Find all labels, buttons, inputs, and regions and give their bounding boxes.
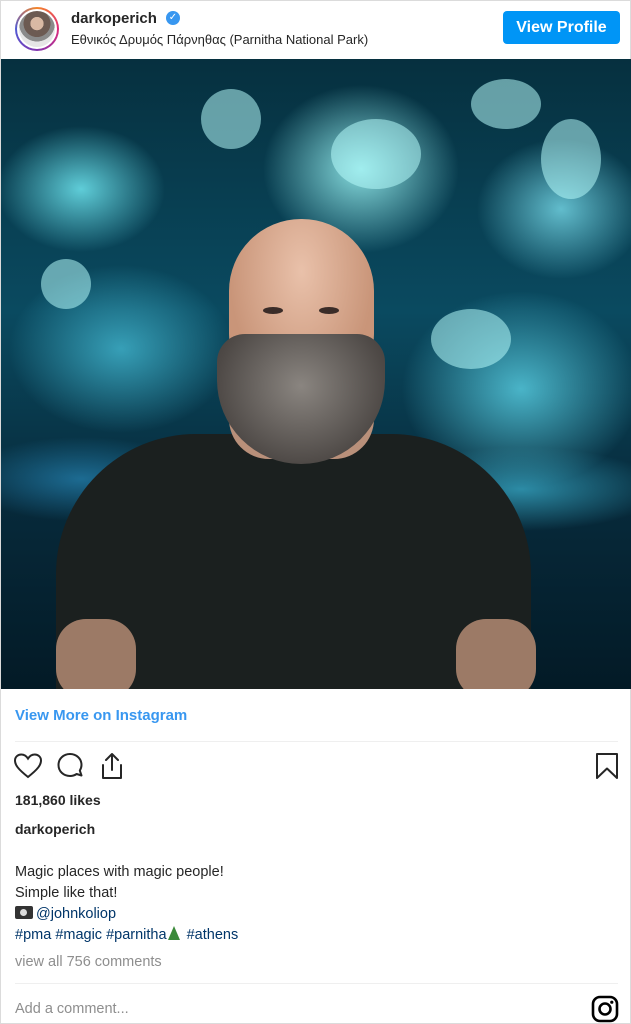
view-profile-button[interactable]: View Profile <box>503 11 620 44</box>
likes-count[interactable]: 181,860 likes <box>15 792 101 808</box>
caption-line-4: #pma #magic #parnitha #athens <box>15 925 238 946</box>
share-icon[interactable] <box>97 751 127 781</box>
location-link[interactable]: Εθνικός Δρυμός Πάρνηθας (Parnitha Nation… <box>71 32 368 47</box>
post-header: darkoperich ✓ Εθνικός Δρυμός Πάρνηθας (P… <box>1 1 630 59</box>
header-username[interactable]: darkoperich <box>71 10 157 27</box>
instagram-embed-card: darkoperich ✓ Εθνικός Δρυμός Πάρνηθας (P… <box>0 0 631 1024</box>
post-photo[interactable] <box>1 59 631 689</box>
divider <box>15 741 618 742</box>
caption-username[interactable]: darkoperich <box>15 821 95 837</box>
view-all-comments-link[interactable]: view all 756 comments <box>15 954 162 970</box>
tree-icon <box>167 926 180 940</box>
hashtag-magic[interactable]: #magic <box>55 927 102 943</box>
view-more-link[interactable]: View More on Instagram <box>15 707 187 724</box>
avatar[interactable] <box>15 7 59 51</box>
hashtag-athens[interactable]: #athens <box>187 927 239 943</box>
caption-line-2: Simple like that! <box>15 885 118 901</box>
add-comment-field[interactable]: Add a comment... <box>15 1001 129 1017</box>
caption-text: Magic places with magic people! Simple l… <box>15 862 238 946</box>
mention-link[interactable]: @johnkoliop <box>36 906 116 922</box>
verified-badge-icon: ✓ <box>166 11 180 25</box>
camera-icon <box>15 906 33 919</box>
hashtag-parnitha[interactable]: #parnitha <box>106 927 166 943</box>
hashtag-pma[interactable]: #pma <box>15 927 51 943</box>
heart-icon[interactable] <box>13 751 43 781</box>
comment-icon[interactable] <box>55 751 85 781</box>
bookmark-icon[interactable] <box>592 751 622 781</box>
caption-line-1: Magic places with magic people! <box>15 864 224 880</box>
instagram-icon[interactable] <box>591 995 619 1023</box>
divider <box>15 983 618 984</box>
avatar-image <box>17 9 57 49</box>
caption-line-3: @johnkoliop <box>15 904 238 925</box>
